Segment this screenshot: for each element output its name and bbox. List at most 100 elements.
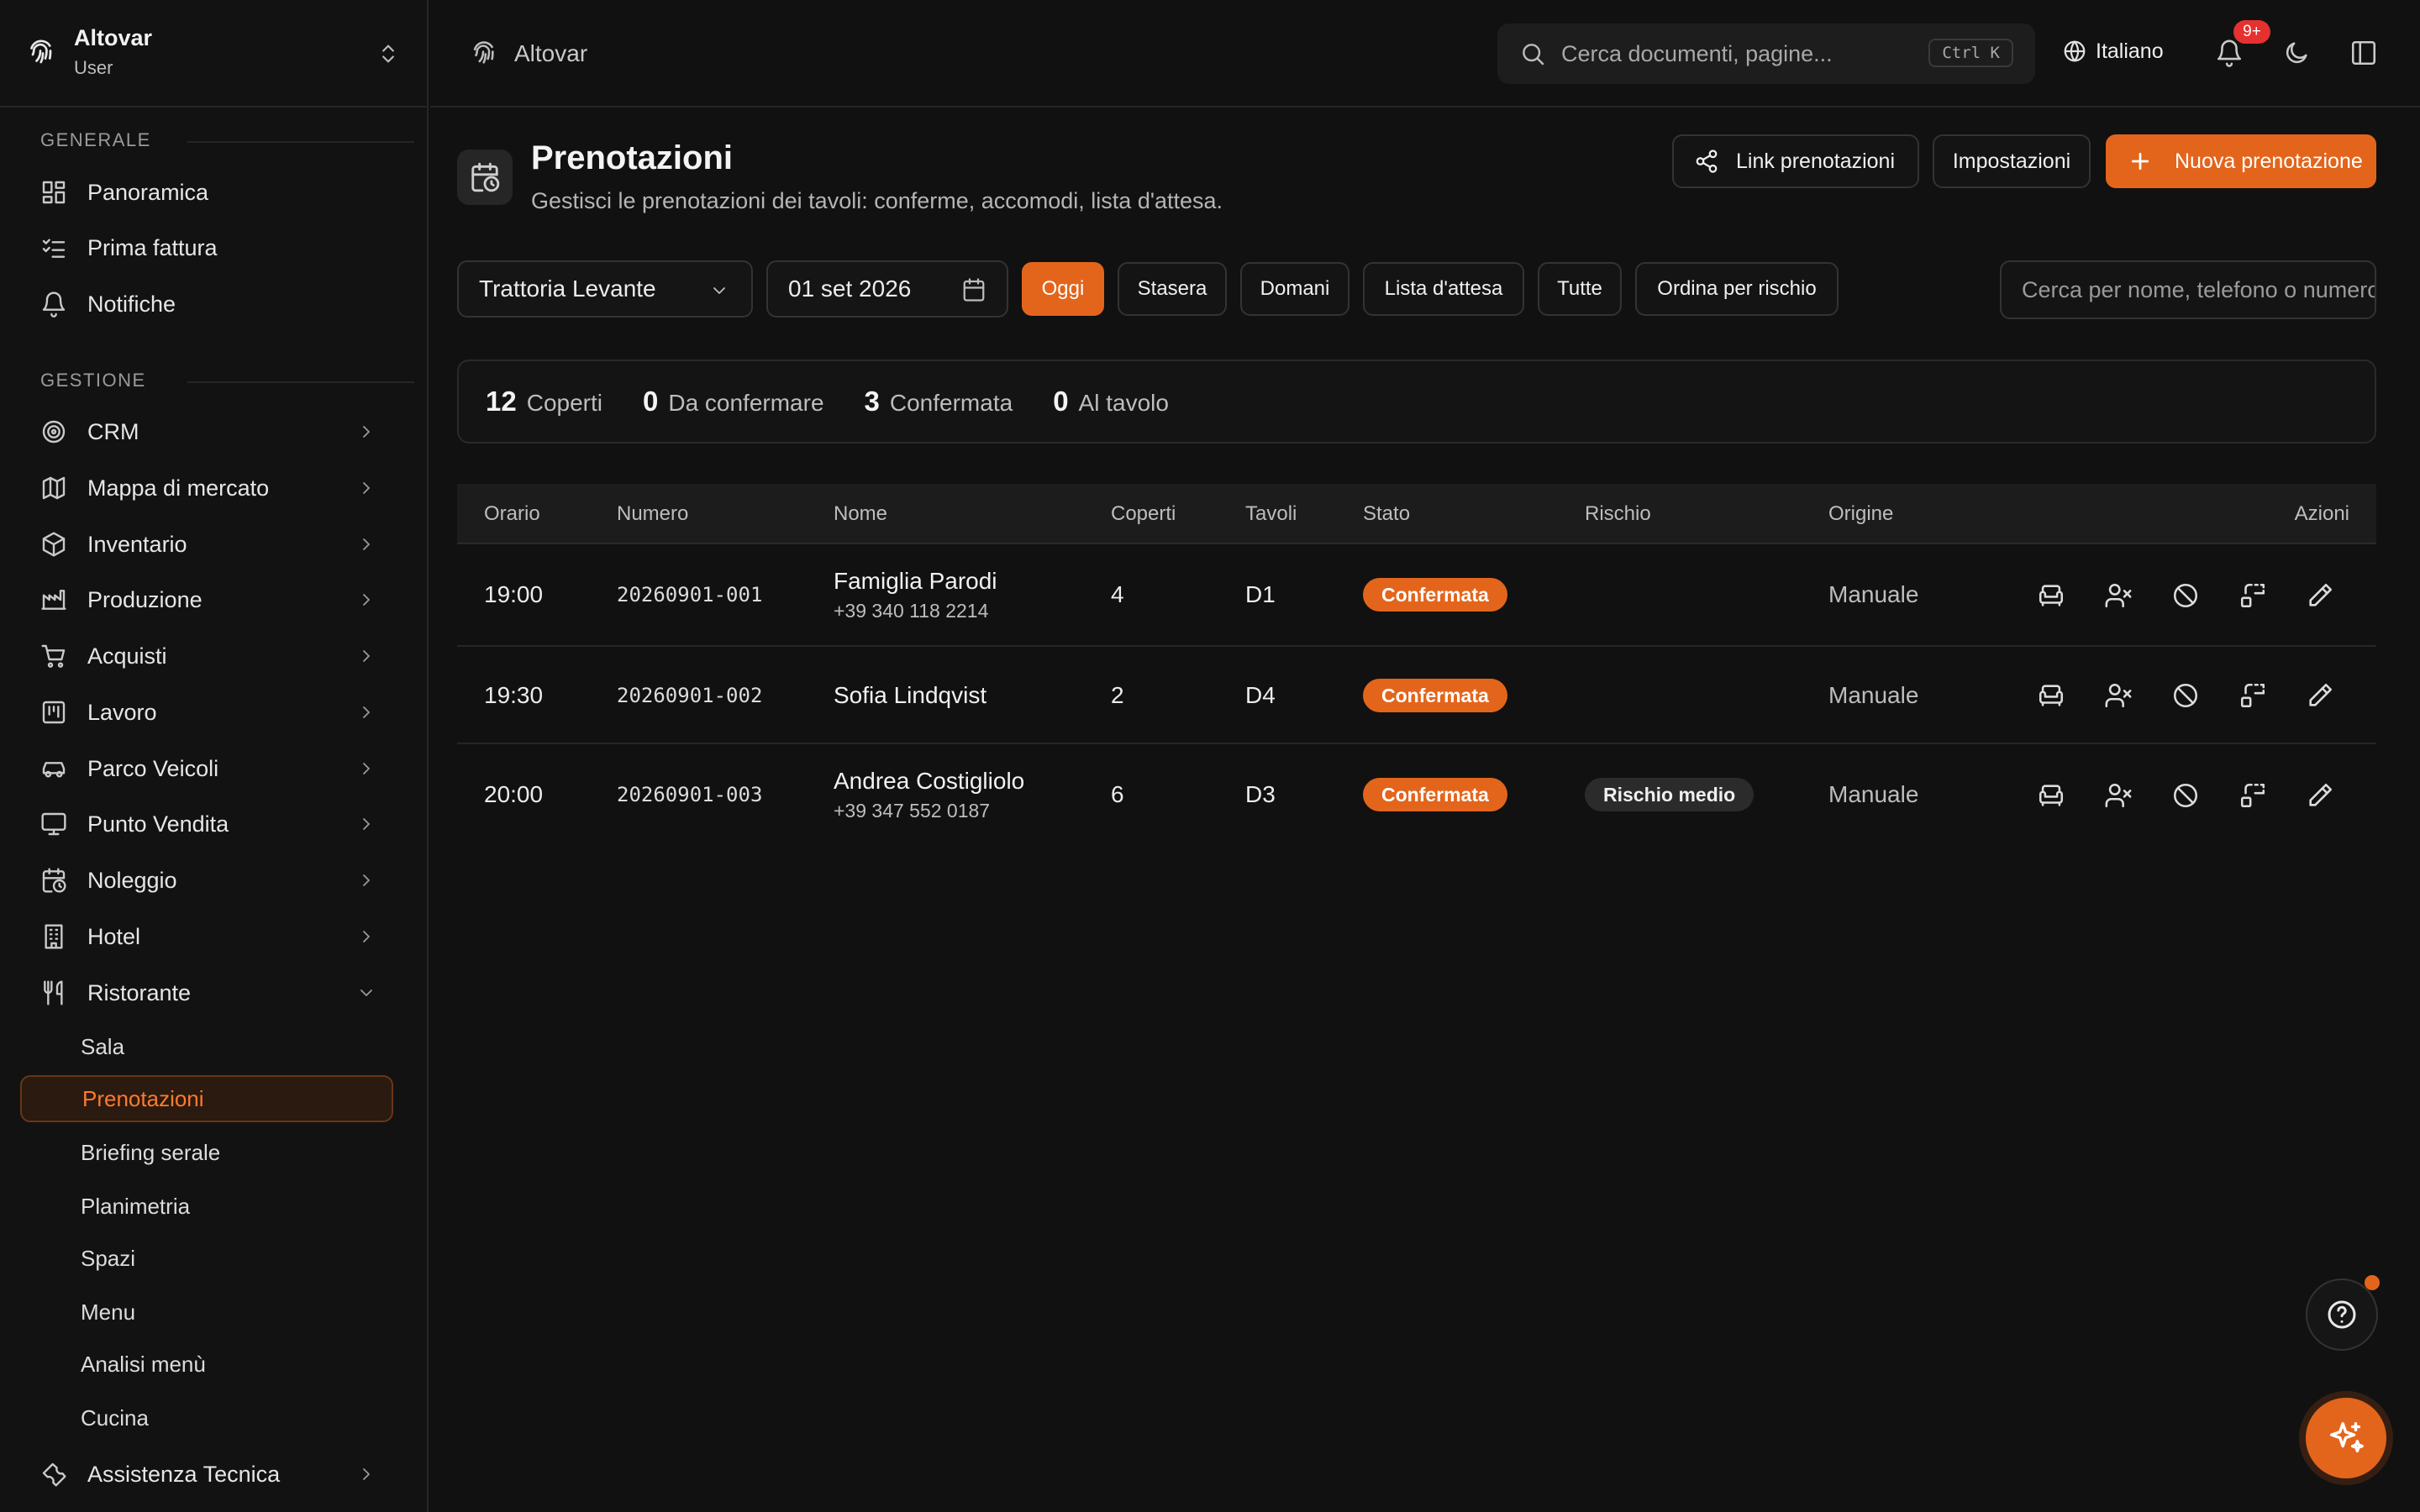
- page-subtitle: Gestisci le prenotazioni dei tavoli: con…: [531, 188, 1223, 213]
- armchair-icon[interactable]: [2037, 781, 2065, 810]
- plus-icon: [2131, 152, 2149, 171]
- table-row[interactable]: 19:00 20260901-001 Famiglia Parodi +39 3…: [457, 544, 2376, 647]
- col-orario[interactable]: Orario: [484, 502, 540, 526]
- filter-chip-lista-attesa[interactable]: Lista d'attesa: [1363, 262, 1524, 316]
- sidebar-item-assistenza[interactable]: Assistenza Tecnica: [20, 1451, 390, 1498]
- sidebar-subitem-analisi-menu[interactable]: Analisi menù: [20, 1341, 393, 1388]
- sidebar-item-prima-fattura[interactable]: Prima fattura: [20, 224, 390, 271]
- move-table-icon[interactable]: [2238, 681, 2267, 710]
- language-selector[interactable]: Italiano: [2062, 39, 2164, 64]
- ban-icon[interactable]: [2171, 781, 2200, 810]
- filter-chip-tutte[interactable]: Tutte: [1538, 262, 1622, 316]
- sidebar-item-ristorante[interactable]: Ristorante: [20, 969, 390, 1016]
- dashboard-icon: [42, 181, 66, 204]
- moon-icon[interactable]: [2282, 39, 2311, 67]
- row-covers: 4: [1111, 581, 1124, 607]
- col-numero[interactable]: Numero: [617, 502, 688, 526]
- sidebar-subitem-label: Analisi menù: [81, 1351, 206, 1377]
- sidebar-item-crm[interactable]: CRM: [20, 408, 390, 455]
- col-stato[interactable]: Stato: [1363, 502, 1410, 526]
- stat-value: 12: [486, 386, 517, 417]
- table-row[interactable]: 20:00 20260901-003 Andrea Costigliolo +3…: [457, 744, 2376, 847]
- sidebar-subitem-menu[interactable]: Menu: [20, 1289, 393, 1336]
- building-icon: [45, 924, 63, 949]
- chevron-right-icon: [363, 874, 370, 886]
- sidebar-item-punto-vendita[interactable]: Punto Vendita: [20, 801, 390, 848]
- impostazioni-button[interactable]: Impostazioni: [1933, 134, 2091, 188]
- help-button[interactable]: [2306, 1278, 2378, 1351]
- sidebar-item-hotel[interactable]: Hotel: [20, 913, 390, 960]
- user-x-icon[interactable]: [2104, 581, 2133, 610]
- nuova-prenotazione-button[interactable]: Nuova prenotazione: [2106, 134, 2376, 188]
- reservation-search-input[interactable]: [2022, 276, 2375, 303]
- filter-chip-oggi[interactable]: Oggi: [1022, 262, 1104, 316]
- col-coperti[interactable]: Coperti: [1111, 502, 1176, 526]
- search-placeholder: Cerca documenti, pagine...: [1561, 40, 1833, 66]
- global-search[interactable]: Cerca documenti, pagine... Ctrl K: [1497, 24, 2035, 84]
- ban-icon[interactable]: [2171, 581, 2200, 610]
- ban-icon[interactable]: [2171, 681, 2200, 710]
- armchair-icon[interactable]: [2037, 681, 2065, 710]
- sidebar-item-label: CRM: [87, 418, 139, 444]
- sidebar-item-panoramica[interactable]: Panoramica: [20, 169, 390, 216]
- reservation-search[interactable]: [2000, 260, 2376, 319]
- sidebar-subitem-sala[interactable]: Sala: [20, 1023, 393, 1070]
- pencil-icon[interactable]: [2306, 781, 2334, 810]
- sidebar-item-notifiche[interactable]: Notifiche: [20, 281, 390, 328]
- sidebar-item-label: Acquisti: [87, 643, 167, 669]
- chevron-right-icon: [363, 818, 370, 830]
- sidebar-item-mappa-mercato[interactable]: Mappa di mercato: [20, 465, 390, 512]
- armchair-icon[interactable]: [2037, 581, 2065, 610]
- sidebar-subitem-briefing[interactable]: Briefing serale: [20, 1129, 393, 1176]
- col-tavoli[interactable]: Tavoli: [1245, 502, 1297, 526]
- user-x-icon[interactable]: [2104, 681, 2133, 710]
- fingerprint-icon: [473, 41, 494, 64]
- sidebar-item-acquisti[interactable]: Acquisti: [20, 633, 390, 680]
- org-switcher[interactable]: Altovar User: [0, 0, 427, 108]
- sidebar-subitem-label: Cucina: [81, 1404, 149, 1431]
- stat-confermata: 3 Confermata: [865, 386, 1013, 417]
- factory-icon: [41, 590, 66, 610]
- move-table-icon[interactable]: [2238, 781, 2267, 810]
- filter-chip-stasera[interactable]: Stasera: [1118, 262, 1227, 316]
- sidebar-item-noleggio[interactable]: Noleggio: [20, 857, 390, 904]
- pencil-icon[interactable]: [2306, 681, 2334, 710]
- sidebar-item-inventario[interactable]: Inventario: [20, 521, 390, 568]
- sidebar-subitem-spazi[interactable]: Spazi: [20, 1235, 393, 1282]
- risk-badge: Rischio medio: [1585, 778, 1754, 811]
- status-badge: Confermata: [1363, 578, 1507, 612]
- bell-icon[interactable]: [2215, 39, 2244, 67]
- row-name: Famiglia Parodi: [834, 568, 997, 594]
- restaurant-select[interactable]: Trattoria Levante: [457, 260, 753, 318]
- pencil-icon[interactable]: [2306, 581, 2334, 610]
- car-icon: [42, 762, 66, 778]
- ai-assistant-button[interactable]: [2306, 1398, 2386, 1478]
- user-x-icon[interactable]: [2104, 781, 2133, 810]
- link-prenotazioni-button[interactable]: Link prenotazioni: [1672, 134, 1919, 188]
- filter-chip-domani[interactable]: Domani: [1240, 262, 1349, 316]
- stat-da-confermare: 0 Da confermare: [643, 386, 824, 417]
- sidebar-toggle-icon[interactable]: [2349, 39, 2378, 67]
- table-row[interactable]: 19:30 20260901-002 Sofia Lindqvist 2 D4 …: [457, 647, 2376, 744]
- filter-chip-ordina-rischio[interactable]: Ordina per rischio: [1635, 262, 1839, 316]
- move-table-icon[interactable]: [2238, 581, 2267, 610]
- sidebar-subitem-cucina[interactable]: Cucina: [20, 1394, 393, 1441]
- col-nome[interactable]: Nome: [834, 502, 887, 526]
- sidebar-item-lavoro[interactable]: Lavoro: [20, 689, 390, 736]
- stat-label: Da confermare: [668, 390, 824, 416]
- sidebar-subitem-label: Planimetria: [81, 1193, 191, 1219]
- col-rischio[interactable]: Rischio: [1585, 502, 1651, 526]
- stat-label: Coperti: [526, 390, 602, 416]
- chevrons-up-down-icon[interactable]: [376, 40, 400, 67]
- sidebar-item-label: Parco Veicoli: [87, 755, 219, 781]
- date-picker[interactable]: 01 set 2026: [766, 260, 1008, 318]
- col-origine[interactable]: Origine: [1828, 502, 1893, 526]
- stat-coperti: 12 Coperti: [486, 386, 602, 417]
- sidebar-item-produzione[interactable]: Produzione: [20, 576, 390, 623]
- sidebar-subitem-planimetria[interactable]: Planimetria: [20, 1183, 393, 1230]
- kanban-icon: [42, 701, 66, 724]
- calendar-icon: [963, 278, 985, 302]
- sidebar-item-parco-veicoli[interactable]: Parco Veicoli: [20, 745, 390, 792]
- sidebar-item-label: Inventario: [87, 531, 187, 557]
- sidebar-subitem-prenotazioni[interactable]: Prenotazioni: [20, 1075, 393, 1122]
